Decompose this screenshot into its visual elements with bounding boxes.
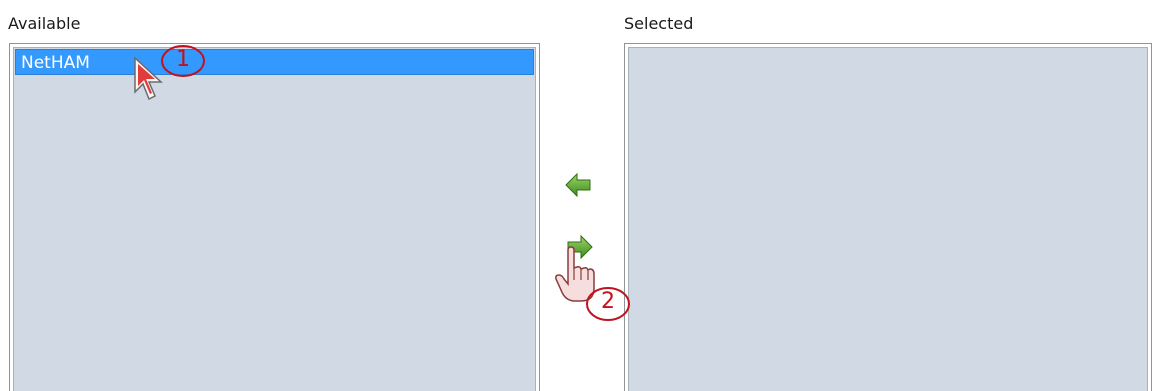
arrow-left-icon: [565, 172, 591, 198]
annotation-step-1-number: 1: [176, 47, 190, 72]
selected-label: Selected: [624, 14, 694, 33]
available-list-body[interactable]: NetHAM: [13, 47, 536, 391]
available-list[interactable]: NetHAM: [9, 43, 540, 391]
selected-list-body[interactable]: [628, 47, 1148, 391]
move-left-button[interactable]: [562, 168, 596, 202]
available-label: Available: [8, 14, 81, 33]
dual-list-picker: Available NetHAM Selected 1 2: [0, 0, 1152, 391]
annotation-step-1: 1: [159, 43, 207, 79]
annotation-step-2-number: 2: [601, 289, 615, 314]
list-item-netham[interactable]: NetHAM: [15, 49, 534, 75]
annotation-step-2: 2: [584, 285, 632, 323]
selected-list[interactable]: [624, 43, 1152, 391]
